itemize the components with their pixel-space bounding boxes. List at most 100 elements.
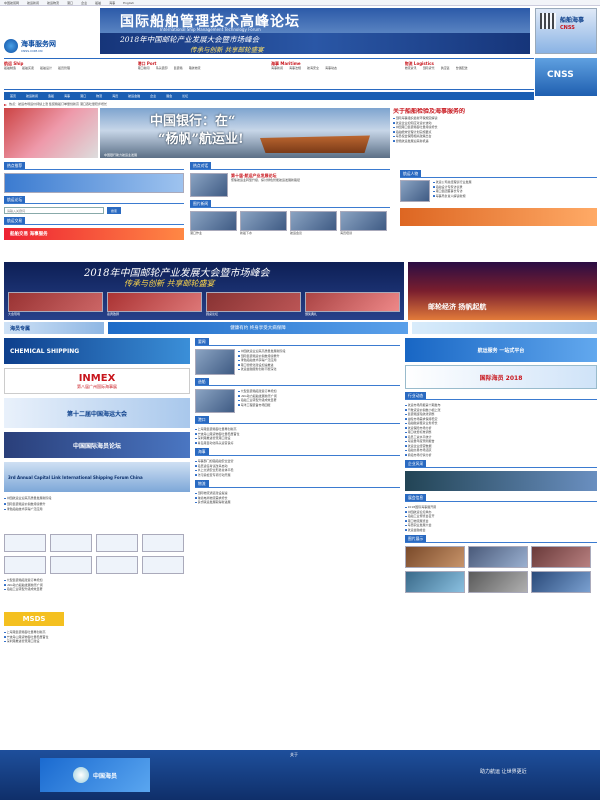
gallery-photo[interactable] xyxy=(405,546,465,568)
channel-link[interactable]: 港航物流 xyxy=(189,66,201,70)
footer-label[interactable]: 关于 xyxy=(290,752,298,758)
top-nav-link[interactable]: 海事 xyxy=(109,1,115,5)
event-photo[interactable] xyxy=(305,292,400,312)
mid-banner[interactable]: 2018年中国邮轮产业发展大会暨市场峰会 传承与创新 共享邮轮盛宴 大会现场 嘉… xyxy=(4,262,404,320)
news-photo[interactable] xyxy=(195,389,235,413)
hero-left-image[interactable] xyxy=(4,108,98,158)
side-ad-cnss[interactable]: CNSS xyxy=(535,58,597,96)
top-nav-link[interactable]: 航运物流 xyxy=(47,1,59,5)
top-nav-link[interactable]: 船舶 xyxy=(95,1,101,5)
person-photo[interactable] xyxy=(400,180,430,202)
strip-left[interactable]: 海员专属 xyxy=(4,322,104,334)
list-item[interactable]: 航运金融峰会 xyxy=(408,528,426,532)
channel-link[interactable]: 航海安全 xyxy=(307,66,319,70)
site-logo[interactable]: 海事服务网 CNSS.COM.CN xyxy=(4,36,94,56)
main-nav-item[interactable]: 海员 xyxy=(112,94,118,98)
event-photo[interactable] xyxy=(206,292,301,312)
photo-thumb[interactable] xyxy=(240,211,287,231)
main-nav-item[interactable]: 企业 xyxy=(150,94,156,98)
list-item[interactable]: LNG动力船舶发展前景广阔 xyxy=(7,583,43,587)
main-nav-item[interactable]: 航运新闻 xyxy=(26,94,38,98)
right-promo-2[interactable]: 国际海员 2018 xyxy=(405,365,597,389)
grid-icon[interactable] xyxy=(50,556,92,574)
photo-thumb[interactable] xyxy=(290,211,337,231)
main-nav-item[interactable]: 首页 xyxy=(10,94,16,98)
promo-image[interactable] xyxy=(4,173,184,193)
list-item[interactable]: 中国航运业迎来高质量发展新阶段 xyxy=(7,496,52,500)
channel-link[interactable]: 仓储配送 xyxy=(456,66,468,70)
top-nav-link[interactable]: 港口 xyxy=(67,1,73,5)
main-nav-item[interactable]: 论坛 xyxy=(182,94,188,98)
header-banner[interactable]: 国际船舶管理技术高峰论坛 International Ship Manageme… xyxy=(100,8,530,54)
promo-banner[interactable]: 船舶交易 海事服务 xyxy=(4,228,184,240)
list-item[interactable]: 大型集装箱船建造订单增加 xyxy=(7,578,43,582)
ad-inmex[interactable]: INMEX 第八届广州国际海事展 xyxy=(4,368,190,394)
grid-icon[interactable] xyxy=(50,534,92,552)
main-nav-item[interactable]: 航运金融 xyxy=(128,94,140,98)
top-nav-link[interactable]: 企业 xyxy=(81,1,87,5)
ad-forum[interactable]: 第十二届中国海运大会 xyxy=(4,398,190,428)
channel-link[interactable]: 海事动态 xyxy=(325,66,337,70)
grid-icon[interactable] xyxy=(4,534,46,552)
company-banner[interactable] xyxy=(405,471,597,491)
list-item[interactable]: 拆船市场行情分析 xyxy=(408,453,432,457)
right-upper-ad[interactable] xyxy=(400,208,597,226)
grid-icon[interactable] xyxy=(96,556,138,574)
channel-link[interactable]: 物流资讯 xyxy=(405,66,417,70)
news-photo[interactable] xyxy=(195,349,235,375)
channel-link[interactable]: 船舶设计 xyxy=(40,66,52,70)
ad-seafarer[interactable]: 中国国际海员论坛 xyxy=(4,432,190,458)
main-nav-item[interactable]: 海事 xyxy=(64,94,70,98)
main-nav-item[interactable]: 造船 xyxy=(48,94,54,98)
news-item[interactable]: 防污染检查专项行动开展 xyxy=(198,473,231,477)
list-item[interactable]: 宁波舟山港货物吞吐量稳居首位 xyxy=(7,635,49,639)
channel-link[interactable]: 船舶制造 xyxy=(4,66,16,70)
main-nav-item[interactable]: 港口 xyxy=(80,94,86,98)
headline-title[interactable]: 关于船舶检验及海事服务的 xyxy=(393,108,597,116)
list-item[interactable]: 海事局负责人解读新规 xyxy=(436,194,466,198)
channel-link[interactable]: 集装箱 xyxy=(174,66,183,70)
channel-link[interactable]: 船员管理 xyxy=(58,66,70,70)
channel-link[interactable]: 海事法规 xyxy=(289,66,301,70)
search-button[interactable]: 搜索 xyxy=(107,207,122,214)
list-item[interactable]: 国际集装箱运价指数持续攀升 xyxy=(7,502,46,506)
gallery-photo[interactable] xyxy=(468,546,528,568)
news-item[interactable]: 航运金融服务创新不断深化 xyxy=(241,367,277,371)
gallery-photo[interactable] xyxy=(405,571,465,593)
list-item[interactable]: 深圳港推进智慧港口建设 xyxy=(7,639,40,643)
gallery-photo[interactable] xyxy=(531,571,591,593)
top-nav-link[interactable]: 中国航贸网 xyxy=(4,1,19,5)
news-item[interactable]: 海洋工程装备市场回暖 xyxy=(241,403,271,407)
channel-link[interactable]: 码头装卸 xyxy=(156,66,168,70)
event-photo[interactable] xyxy=(8,292,103,312)
list-item[interactable]: 船舶工业转型升级成效显著 xyxy=(7,587,43,591)
main-nav-item[interactable]: 展会 xyxy=(166,94,172,98)
channel-link[interactable]: 港口新闻 xyxy=(138,66,150,70)
photo-thumb[interactable] xyxy=(190,211,237,231)
news-item[interactable]: 青岛港自动化码头运营良好 xyxy=(198,441,234,445)
channel-link[interactable]: 供应链 xyxy=(441,66,450,70)
gallery-photo[interactable] xyxy=(531,546,591,568)
channel-link[interactable]: 海事新闻 xyxy=(271,66,283,70)
list-item[interactable]: 上海港集装箱吞吐量再创新高 xyxy=(7,630,46,634)
photo-thumb[interactable] xyxy=(340,211,387,231)
channel-link[interactable]: 国际货代 xyxy=(423,66,435,70)
main-nav-item[interactable]: 物流 xyxy=(96,94,102,98)
top-nav-link[interactable]: English xyxy=(123,1,134,5)
grid-icon[interactable] xyxy=(96,534,138,552)
gallery-photo[interactable] xyxy=(468,571,528,593)
ad-capital-link[interactable]: 3rd Annual Capital Link International Sh… xyxy=(4,462,190,492)
grid-icon[interactable] xyxy=(142,534,184,552)
strip-right[interactable] xyxy=(412,322,597,334)
news-item[interactable]: 多式联运发展取得新进展 xyxy=(198,500,231,504)
list-item[interactable]: 绿色船舶技术获得广泛应用 xyxy=(7,507,43,511)
ad-msds[interactable]: MSDS xyxy=(4,612,64,626)
strip-center[interactable]: 健康有约 终身享受大病保障 xyxy=(108,322,408,334)
right-promo-1[interactable]: 航运服务 一站式平台 xyxy=(405,338,597,362)
footer-logo[interactable]: 中国海员 xyxy=(40,758,150,792)
grid-icon[interactable] xyxy=(142,556,184,574)
event-photo[interactable] xyxy=(107,292,202,312)
header-right-ad[interactable]: 船舶海事 CNSS xyxy=(535,8,597,54)
headline-item[interactable]: 智能航运发展迎来新机遇 xyxy=(396,139,429,143)
ad-chemical[interactable]: CHEMICAL SHIPPING xyxy=(4,338,190,364)
